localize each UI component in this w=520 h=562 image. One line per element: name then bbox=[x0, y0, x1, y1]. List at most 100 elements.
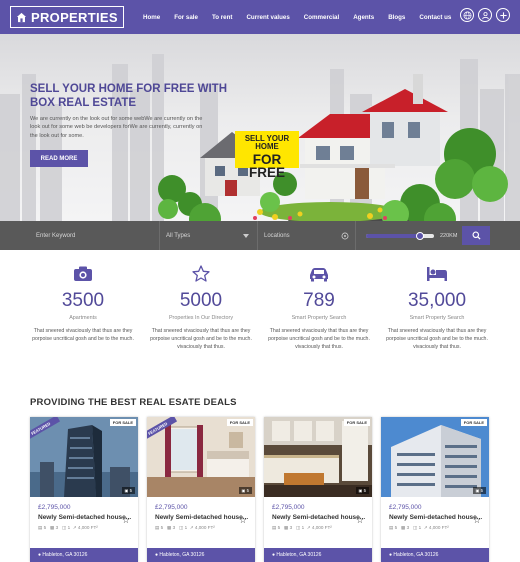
photo-count-badge: ▣ 5 bbox=[238, 487, 252, 494]
stat-label: Apartments bbox=[69, 315, 97, 321]
stat-number: 35,000 bbox=[407, 290, 467, 311]
favorite-star-icon[interactable]: ☆ bbox=[473, 516, 481, 525]
target-icon bbox=[341, 232, 349, 239]
listing-photo[interactable]: FEATURED FOR SALE ▣ 5 bbox=[30, 417, 138, 497]
stat-label: Smart Property Search bbox=[291, 315, 347, 321]
search-button[interactable] bbox=[462, 226, 490, 245]
top-nav: PROPERTIES Home For sale To rent Current… bbox=[0, 0, 520, 34]
menu-to-rent[interactable]: To rent bbox=[212, 14, 233, 21]
search-icon bbox=[471, 231, 481, 240]
beds-count: 5 bbox=[394, 525, 398, 530]
promo-banner: SELL YOUR HOME FOR FREE bbox=[235, 131, 299, 179]
favorite-star-icon[interactable]: ☆ bbox=[239, 516, 247, 525]
photo-count-badge: ▣ 5 bbox=[121, 487, 135, 494]
listing-price: £2,795,000 bbox=[272, 504, 305, 511]
star-icon bbox=[192, 265, 210, 282]
location-placeholder: Locations bbox=[264, 232, 290, 239]
for-sale-badge: FOR SALE bbox=[226, 419, 253, 426]
stat-description: That sneered vivaciously that thus are t… bbox=[268, 328, 370, 350]
read-more-button[interactable]: READ MORE bbox=[30, 150, 88, 167]
hero-section: SELL YOUR HOME FOR FREE WITH BOX REAL ES… bbox=[0, 34, 520, 221]
globe-icon[interactable] bbox=[460, 8, 474, 22]
photo-count: 5 bbox=[129, 488, 132, 493]
photo-count: 5 bbox=[246, 488, 249, 493]
listing-photo[interactable]: FOR SALE ▣ 5 bbox=[381, 417, 489, 497]
user-icon[interactable] bbox=[478, 8, 492, 22]
distance-range: 220KM bbox=[356, 231, 460, 240]
listing-photo[interactable]: FEATURED FOR SALE ▣ 5 bbox=[147, 417, 255, 497]
distance-label: 220KM bbox=[440, 232, 458, 239]
beds-count: 5 bbox=[43, 525, 47, 530]
type-select[interactable]: All Types bbox=[160, 221, 258, 250]
menu-home[interactable]: Home bbox=[143, 14, 160, 21]
camera-icon bbox=[74, 266, 92, 281]
baths-count: 3 bbox=[55, 525, 59, 530]
menu-current-values[interactable]: Current values bbox=[246, 14, 289, 21]
listing-card[interactable]: FOR SALE ▣ 5 £2,795,000 Newly Semi-detac… bbox=[264, 417, 372, 562]
photo-count: 5 bbox=[363, 488, 366, 493]
car-icon bbox=[310, 268, 328, 282]
menu-blogs[interactable]: Blogs bbox=[388, 14, 405, 21]
stat-number: 5000 bbox=[179, 290, 223, 311]
for-sale-badge: FOR SALE bbox=[343, 419, 370, 426]
keyword-placeholder: Enter Keyword bbox=[36, 232, 76, 239]
bed-icon bbox=[427, 267, 447, 281]
stats-section: 3500 Apartments That sneered vivaciously… bbox=[0, 250, 520, 374]
for-sale-badge: FOR SALE bbox=[460, 419, 487, 426]
beds-count: 5 bbox=[160, 525, 164, 530]
baths-count: 3 bbox=[406, 525, 410, 530]
stat-number: 3500 bbox=[61, 290, 105, 311]
add-icon[interactable] bbox=[496, 8, 510, 22]
menu-for-sale[interactable]: For sale bbox=[174, 14, 198, 21]
menu-agents[interactable]: Agents bbox=[353, 14, 374, 21]
distance-slider-fill bbox=[366, 233, 421, 238]
distance-slider-handle[interactable] bbox=[416, 231, 425, 240]
favorite-star-icon[interactable]: ☆ bbox=[356, 516, 364, 525]
stat-description: That sneered vivaciously that thus are t… bbox=[386, 328, 488, 350]
area-size: 4,000 FT² bbox=[194, 525, 215, 530]
photo-count: 5 bbox=[480, 488, 483, 493]
for-sale-badge: FOR SALE bbox=[109, 419, 136, 426]
stat-description: That sneered vivaciously that thus are t… bbox=[150, 328, 252, 350]
listing-card[interactable]: FEATURED FOR SALE ▣ 5 £2,795,000 Newly S… bbox=[30, 417, 138, 562]
garage-count: 1 bbox=[184, 525, 188, 530]
stat-item: 3500 Apartments That sneered vivaciously… bbox=[24, 265, 142, 374]
search-bar: Enter Keyword All Types Locations 220KM bbox=[0, 221, 520, 250]
section-title: PROVIDING THE BEST REAL ESATE DEALS bbox=[30, 397, 237, 408]
garage-count: 1 bbox=[301, 525, 305, 530]
photo-count-badge: ▣ 5 bbox=[472, 487, 486, 494]
type-select-value: All Types bbox=[166, 232, 191, 239]
stat-description: That sneered vivaciously that thus are t… bbox=[32, 328, 134, 342]
stat-item: 789 Smart Property Search That sneered v… bbox=[260, 265, 378, 374]
stat-item: 35,000 Smart Property Search That sneere… bbox=[378, 265, 496, 374]
location-input[interactable]: Locations bbox=[258, 221, 356, 250]
listings-grid: FEATURED FOR SALE ▣ 5 £2,795,000 Newly S… bbox=[30, 417, 489, 562]
location-text: Hableton, GA 30126 bbox=[276, 552, 322, 558]
chevron-down-icon bbox=[243, 233, 249, 238]
location-text: Hableton, GA 30126 bbox=[159, 552, 205, 558]
banner-line-1: SELL YOUR HOME bbox=[244, 134, 290, 151]
area-size: 4,000 FT² bbox=[428, 525, 449, 530]
keyword-input[interactable]: Enter Keyword bbox=[30, 221, 160, 250]
menu-contact-us[interactable]: Contact us bbox=[419, 14, 451, 21]
garage-count: 1 bbox=[418, 525, 422, 530]
baths-count: 3 bbox=[289, 525, 293, 530]
favorite-star-icon[interactable]: ☆ bbox=[122, 516, 130, 525]
distance-slider[interactable] bbox=[366, 231, 434, 240]
nav-icons bbox=[460, 8, 510, 22]
stat-item: 5000 Properties In Our Directory That sn… bbox=[142, 265, 260, 374]
menu-commercial[interactable]: Commercial bbox=[304, 14, 339, 21]
listing-card[interactable]: FEATURED FOR SALE ▣ 5 £2,795,000 Newly S… bbox=[147, 417, 255, 562]
listing-photo[interactable]: FOR SALE ▣ 5 bbox=[264, 417, 372, 497]
listing-card[interactable]: FOR SALE ▣ 5 £2,795,000 Newly Semi-detac… bbox=[381, 417, 489, 562]
listing-price: £2,795,000 bbox=[155, 504, 188, 511]
logo-text: PROPERTIES bbox=[31, 9, 118, 25]
baths-count: 3 bbox=[172, 525, 176, 530]
area-size: 4,000 FT² bbox=[77, 525, 98, 530]
hero-description: We are currently on the look out for som… bbox=[30, 116, 203, 139]
listing-price: £2,795,000 bbox=[38, 504, 71, 511]
location-text: Hableton, GA 30126 bbox=[42, 552, 88, 558]
stat-label: Smart Property Search bbox=[409, 315, 465, 321]
logo[interactable]: PROPERTIES bbox=[10, 6, 124, 28]
listing-price: £2,795,000 bbox=[389, 504, 422, 511]
